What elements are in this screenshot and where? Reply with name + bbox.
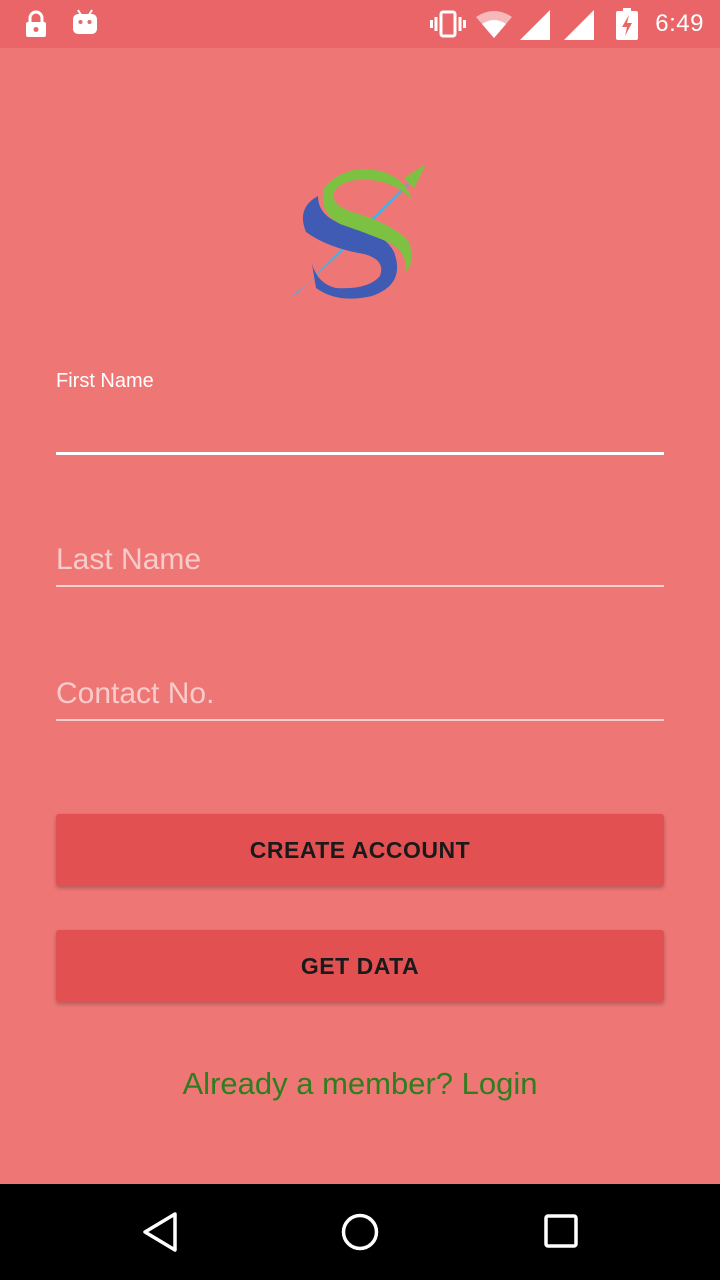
first-name-underline — [56, 452, 664, 455]
last-name-underline — [56, 585, 664, 587]
status-time: 6:49 — [655, 10, 704, 37]
first-name-label: First Name — [56, 370, 154, 392]
vibrate-icon — [430, 10, 466, 43]
login-link[interactable]: Already a member? Login — [0, 1066, 720, 1102]
contact-input[interactable] — [56, 674, 664, 714]
navigation-bar — [0, 1184, 720, 1280]
contact-underline — [56, 719, 664, 721]
wifi-icon — [476, 10, 512, 43]
signal-icon — [520, 10, 550, 45]
android-icon — [72, 8, 98, 41]
recents-icon[interactable] — [542, 1210, 582, 1259]
get-data-button[interactable]: GET DATA — [56, 930, 664, 1002]
last-name-field[interactable] — [56, 536, 664, 592]
create-account-button[interactable]: CREATE ACCOUNT — [56, 814, 664, 886]
signal-icon-2 — [564, 10, 594, 45]
first-name-input[interactable] — [56, 406, 664, 446]
back-icon[interactable] — [140, 1210, 180, 1259]
last-name-input[interactable] — [56, 540, 664, 580]
register-screen: First Name CREATE ACCOUNT GET DATA Alrea… — [0, 48, 720, 1184]
app-logo — [288, 160, 432, 300]
battery-charging-icon — [616, 8, 638, 45]
home-icon[interactable] — [340, 1210, 380, 1259]
status-bar: 6:49 — [0, 0, 720, 48]
contact-field[interactable] — [56, 670, 664, 726]
lock-icon — [24, 10, 48, 43]
first-name-field[interactable]: First Name — [56, 366, 664, 458]
